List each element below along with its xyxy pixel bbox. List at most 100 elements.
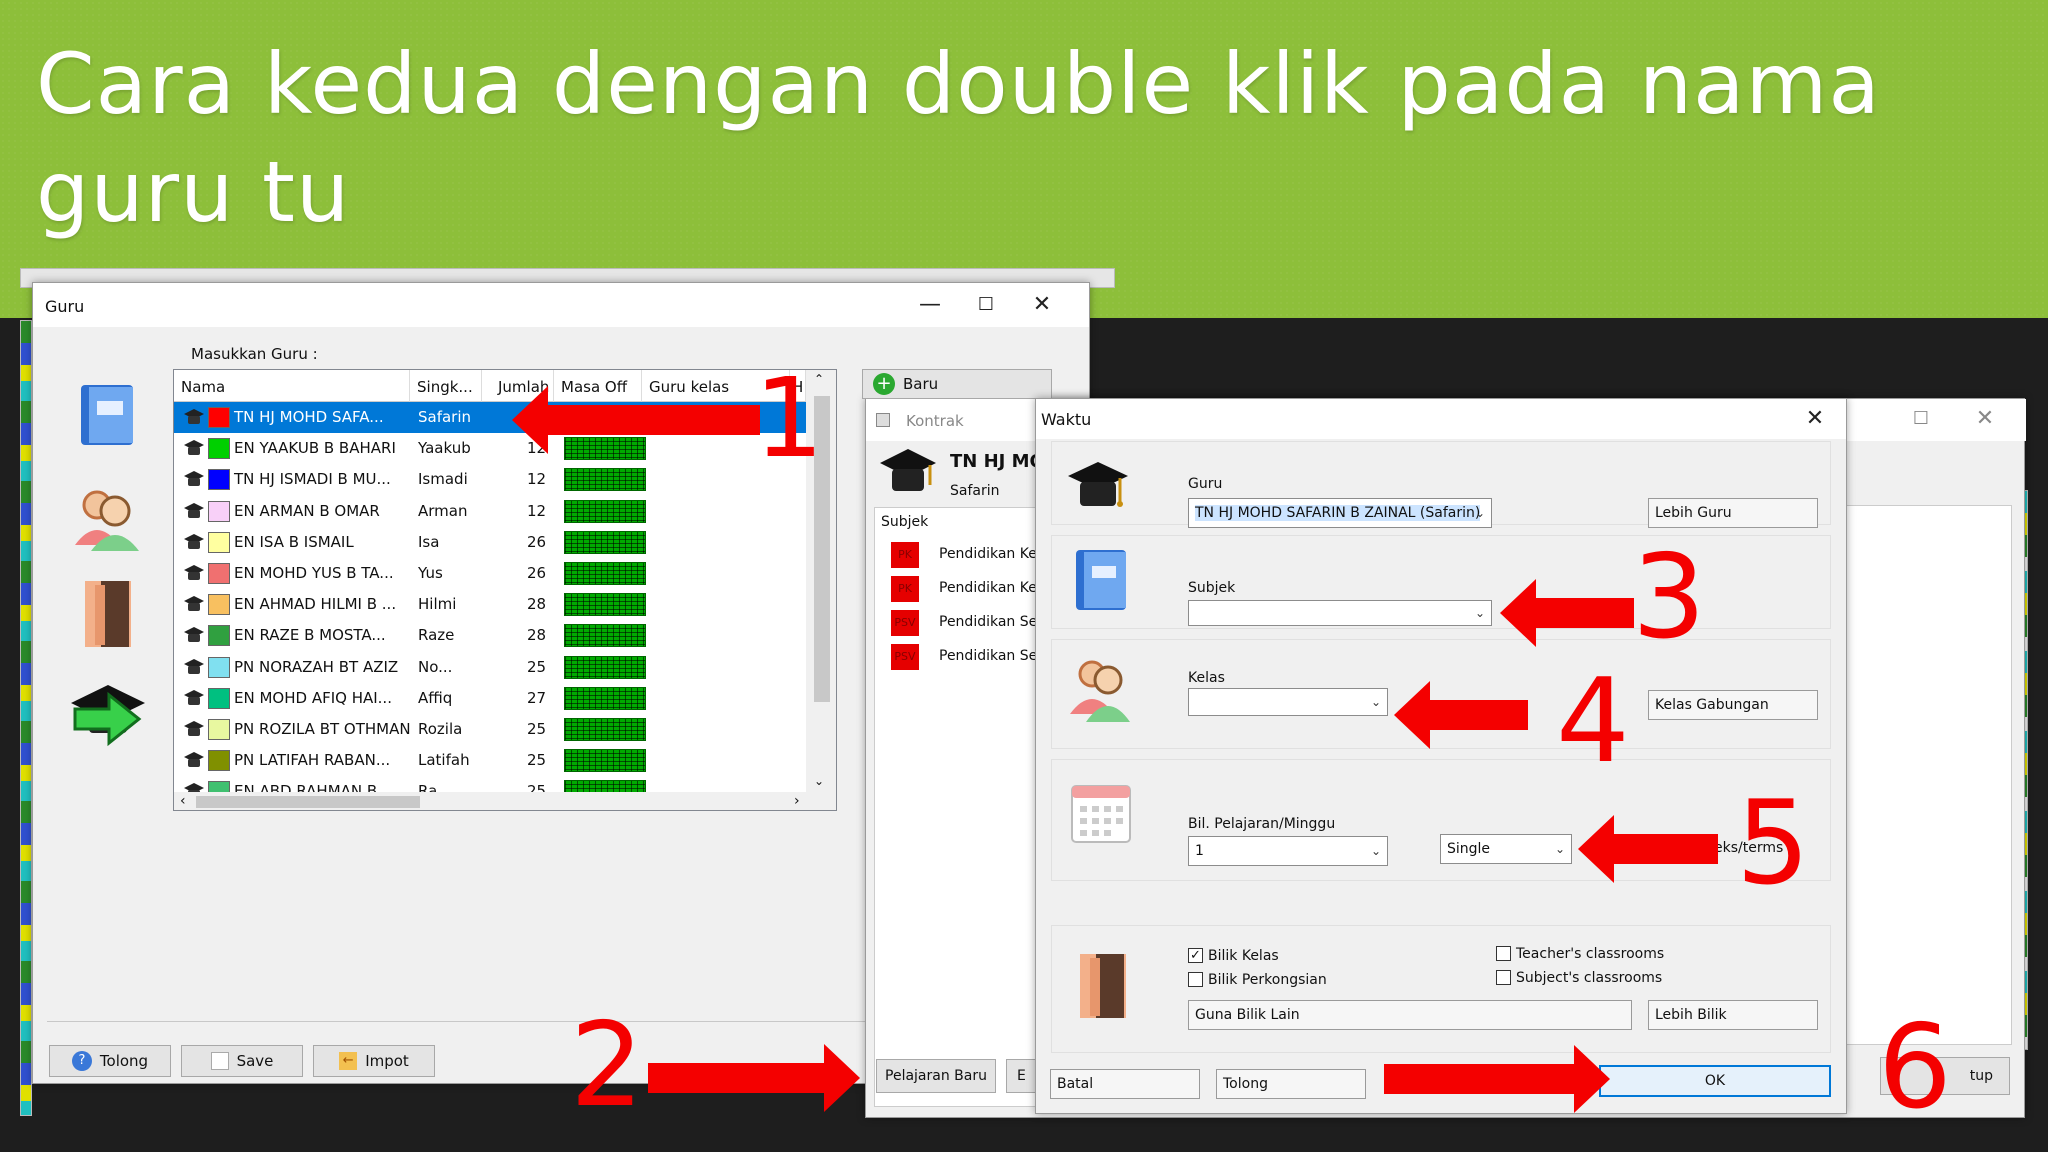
- table-row[interactable]: EN ARMAN B OMAR Arman 12: [174, 496, 806, 527]
- new-button[interactable]: + Baru: [862, 369, 1052, 399]
- scroll-h-thumb[interactable]: [196, 796, 420, 808]
- minimize-icon[interactable]: —: [907, 291, 953, 319]
- graduation-cap-icon: [184, 721, 204, 736]
- door-icon: [1080, 954, 1126, 1018]
- scroll-left-icon[interactable]: ‹: [180, 793, 186, 809]
- other-room-label: Guna Bilik Lain: [1195, 1007, 1300, 1023]
- table-row[interactable]: PN ROZILA BT OTHMAN Rozila 25: [174, 714, 806, 745]
- sidebar-door-icon[interactable]: [81, 577, 137, 651]
- teachers-classrooms-label: Teacher's classrooms: [1516, 946, 1665, 962]
- teacher-count: 26: [527, 564, 547, 582]
- subject-row[interactable]: PSV Pendidikan Se: [875, 606, 1037, 640]
- masa-off-grid: [564, 686, 646, 710]
- checkbox-bilik-perkongsian[interactable]: [1188, 972, 1203, 987]
- graduation-cap-icon: [184, 440, 204, 456]
- column-header-masa-off[interactable]: Masa Off: [554, 370, 642, 402]
- import-button[interactable]: ← Impot: [313, 1045, 435, 1077]
- teacher-count: 25: [527, 657, 547, 676]
- subject-label: Pendidikan Ke: [939, 546, 1037, 562]
- checkbox-teachers-classrooms[interactable]: [1496, 946, 1511, 961]
- slide-title: Cara kedua dengan double klik pada nama …: [36, 35, 1881, 241]
- masa-off-grid: [564, 437, 646, 461]
- subject-list[interactable]: Subjek PK Pendidikan Ke PK Pendidikan Ke PSV…: [874, 507, 1037, 1107]
- cancel-button[interactable]: Batal: [1050, 1069, 1200, 1099]
- more-teachers-button[interactable]: Lebih Guru: [1648, 498, 1818, 528]
- book-icon: [81, 385, 133, 445]
- table-row[interactable]: EN MOHD YUS B TA... Yus 26: [174, 558, 806, 589]
- column-header-nama[interactable]: Nama: [174, 370, 410, 402]
- new-lesson-label: Pelajaran Baru: [885, 1068, 987, 1084]
- chevron-down-icon: ⌄: [1554, 842, 1566, 856]
- teacher-name: EN MOHD YUS B TA...: [234, 564, 394, 582]
- horizontal-scrollbar[interactable]: ‹ ›: [174, 792, 836, 810]
- kontrak-maximize-icon[interactable]: ☐: [1898, 405, 1944, 433]
- masa-off-grid: [564, 499, 646, 523]
- guru-dropdown[interactable]: TN HJ MOHD SAFARIN B ZAINAL (Safarin) ⌄: [1188, 498, 1492, 528]
- help-icon: ?: [71, 1051, 92, 1071]
- close-icon[interactable]: ✕: [1019, 291, 1065, 319]
- teacher-grid[interactable]: Nama Singk... Jumlah Masa Off Guru kelas…: [173, 369, 837, 811]
- teacher-color-swatch: [208, 407, 230, 428]
- waktu-help-button[interactable]: Tolong: [1216, 1069, 1366, 1099]
- table-row[interactable]: PN LATIFAH RABAN... Latifah 25: [174, 745, 806, 776]
- masa-off-grid: [564, 593, 646, 617]
- table-row[interactable]: TN HJ ISMADI B MU... Ismadi 12: [174, 464, 806, 495]
- teacher-short: Arman: [418, 501, 468, 520]
- table-row[interactable]: EN MOHD AFIQ HAI... Affiq 27: [174, 683, 806, 714]
- table-row[interactable]: EN RAZE B MOSTA... Raze 28: [174, 620, 806, 651]
- masa-off-grid: [564, 624, 646, 648]
- kontrak-close-icon[interactable]: ✕: [1962, 405, 2008, 433]
- teacher-short: Latifah: [418, 751, 470, 770]
- subject-row[interactable]: PK Pendidikan Ke: [875, 572, 1037, 606]
- teacher-short: Isa: [418, 532, 440, 551]
- save-button[interactable]: Save: [181, 1045, 303, 1077]
- teacher-short: Safarin: [418, 408, 472, 426]
- table-row[interactable]: EN YAAKUB B BAHARIYaakub12: [174, 433, 806, 464]
- ok-button[interactable]: OK: [1599, 1065, 1831, 1097]
- subject-row[interactable]: PK Pendidikan Ke: [875, 538, 1037, 572]
- annotation-arrow-2: [648, 1044, 860, 1112]
- scroll-right-icon[interactable]: ›: [794, 793, 800, 809]
- help-button[interactable]: ? Tolong: [49, 1045, 171, 1077]
- bilik-perkongsian-label: Bilik Perkongsian: [1208, 972, 1327, 988]
- chevron-down-icon: ⌄: [1474, 606, 1486, 620]
- column-header-singkatan[interactable]: Singk...: [410, 370, 482, 402]
- sidebar-book-icon[interactable]: [77, 383, 135, 447]
- teacher-short: Yaakub: [418, 439, 471, 458]
- save-label: Save: [236, 1052, 274, 1070]
- masa-off-grid: [564, 749, 646, 773]
- more-rooms-button[interactable]: Lebih Bilik: [1648, 1000, 1818, 1030]
- annotation-number-5: 5: [1736, 776, 1810, 911]
- subjects-classrooms-label: Subject's classrooms: [1516, 970, 1663, 986]
- guru-window-title: Guru: [45, 297, 85, 316]
- chevron-down-icon: ⌄: [1370, 695, 1382, 709]
- annotation-number-2: 2: [570, 998, 644, 1133]
- checkbox-subjects-classrooms[interactable]: [1496, 970, 1511, 985]
- subject-row[interactable]: PSV Pendidikan Se: [875, 640, 1037, 674]
- kelas-dropdown[interactable]: ⌄: [1188, 688, 1388, 716]
- scroll-down-icon[interactable]: ⌄: [814, 774, 824, 788]
- table-row[interactable]: EN AHMAD HILMI B ... Hilmi 28: [174, 589, 806, 620]
- sidebar-people-icon[interactable]: [71, 481, 143, 553]
- joint-class-button[interactable]: Kelas Gabungan: [1648, 690, 1818, 720]
- waktu-close-icon[interactable]: ✕: [1792, 405, 1838, 433]
- guru-section: Guru TN HJ MOHD SAFARIN B ZAINAL (Safari…: [1051, 441, 1831, 528]
- graduation-cap-icon: [184, 752, 204, 768]
- maximize-icon[interactable]: ☐: [963, 291, 1009, 319]
- subjek-dropdown[interactable]: ⌄: [1188, 600, 1492, 626]
- masa-off-grid: [564, 655, 646, 679]
- waktu-titlebar: Waktu ✕: [1036, 399, 1846, 439]
- new-lesson-button[interactable]: Pelajaran Baru: [876, 1059, 996, 1093]
- annotation-arrow-4: [1394, 681, 1528, 749]
- lesson-length-dropdown[interactable]: Single ⌄: [1440, 834, 1572, 864]
- other-room-button[interactable]: Guna Bilik Lain: [1188, 1000, 1632, 1030]
- help-label: Tolong: [99, 1052, 149, 1070]
- teacher-short: Ismadi: [418, 470, 468, 489]
- table-row[interactable]: PN NORAZAH BT AZIZ No... 25: [174, 652, 806, 683]
- checkbox-bilik-kelas[interactable]: ✓: [1188, 948, 1203, 963]
- joint-class-label: Kelas Gabungan: [1655, 697, 1769, 713]
- teacher-count: 28: [527, 626, 547, 645]
- lessons-dropdown[interactable]: 1 ⌄: [1188, 836, 1388, 866]
- table-row[interactable]: EN ISA B ISMAIL Isa 26: [174, 527, 806, 558]
- sidebar-teacher-arrow-icon[interactable]: [69, 681, 147, 753]
